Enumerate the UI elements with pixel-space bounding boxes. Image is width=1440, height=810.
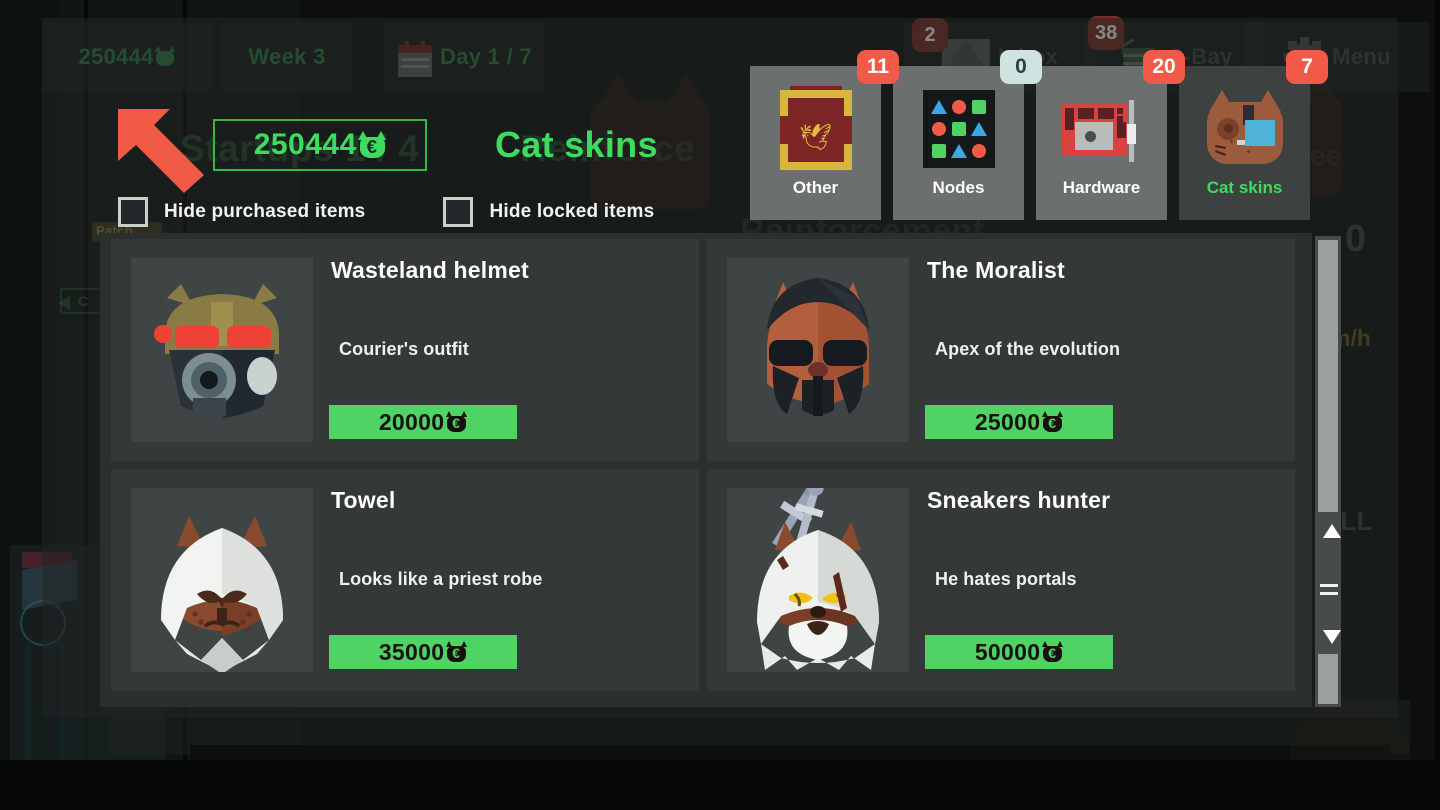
- item-description: He hates portals: [935, 569, 1077, 589]
- triangle-up-icon[interactable]: [1323, 524, 1341, 538]
- tab-nodes-badge: 0: [1000, 50, 1042, 84]
- currency-icon: €: [1041, 641, 1063, 663]
- item-price: 20000: [378, 408, 445, 435]
- cat-skin-icon: [1201, 90, 1289, 168]
- grip-lines-icon: [1320, 592, 1338, 595]
- item-price: 50000: [974, 638, 1041, 665]
- item-thumbnail: [131, 488, 313, 672]
- grip-lines-icon: [1320, 584, 1338, 587]
- item-card-wasteland-helmet[interactable]: Wasteland helmet Courier's outfit 20000 €: [111, 239, 699, 461]
- currency-icon: €: [1041, 411, 1063, 433]
- tab-hardware-badge: 20: [1143, 50, 1185, 84]
- item-description: Courier's outfit: [339, 339, 469, 359]
- money-value: 250444 €: [254, 128, 387, 162]
- red-arrow-cursor-icon: [118, 109, 204, 193]
- item-name: Wasteland helmet: [331, 257, 529, 283]
- towel-art: [161, 516, 283, 672]
- item-name: The Moralist: [927, 257, 1065, 283]
- hide-locked-label: Hide locked items: [489, 201, 655, 222]
- tab-other-badge: 11: [857, 50, 899, 84]
- nodes-icon: [922, 90, 995, 168]
- tab-cat-skins-badge: 7: [1286, 50, 1328, 84]
- item-name: Sneakers hunter: [927, 487, 1111, 513]
- item-name: Towel: [331, 487, 396, 513]
- item-price: 25000: [974, 408, 1041, 435]
- item-buy-button[interactable]: 20000 €: [329, 405, 517, 439]
- item-card-towel[interactable]: Towel Looks like a priest robe 35000 €: [111, 469, 699, 691]
- tab-nodes-label: Nodes: [932, 178, 985, 197]
- currency-icon: €: [358, 130, 387, 160]
- category-tabs: 11 🕊 Other 0 Nodes 20 Hardware 7 Cat ski…: [750, 50, 1328, 220]
- hardware-icon: [1060, 100, 1143, 162]
- tab-hardware-label: Hardware: [1062, 178, 1141, 197]
- currency-icon: €: [445, 641, 467, 663]
- wasteland-helmet-art: [154, 284, 279, 419]
- item-buy-button[interactable]: 25000 €: [925, 405, 1113, 439]
- item-thumbnail: [131, 258, 313, 442]
- filter-row: Hide purchased items Hide locked items: [118, 197, 654, 227]
- currency-icon: €: [445, 411, 467, 433]
- triangle-down-icon[interactable]: [1323, 630, 1341, 644]
- item-card-the-moralist[interactable]: The Moralist Apex of the evolution 25000…: [707, 239, 1295, 461]
- sneakers-hunter-art: [757, 488, 879, 670]
- hide-locked-checkbox[interactable]: [443, 197, 474, 227]
- page-title: Cat skins: [495, 124, 658, 165]
- list-scrollbar[interactable]: [1315, 236, 1341, 707]
- item-description: Apex of the evolution: [935, 339, 1121, 359]
- tab-cat-skins[interactable]: 7 Cat skins: [1179, 50, 1328, 220]
- tab-hardware[interactable]: 20 Hardware: [1036, 50, 1185, 220]
- item-row: Wasteland helmet Courier's outfit 20000 €: [111, 239, 1301, 461]
- item-price: 35000: [378, 638, 445, 665]
- scrollbar-track-bottom[interactable]: [1318, 654, 1338, 704]
- item-description: Looks like a priest robe: [339, 569, 543, 589]
- item-thumbnail: [727, 488, 909, 672]
- tab-other-label: Other: [792, 178, 839, 197]
- book-icon: 🕊: [779, 86, 852, 170]
- money-display-box: 250444 €: [213, 119, 427, 171]
- item-card-sneakers-hunter[interactable]: Sneakers hunter He hates portals 50000 €: [707, 469, 1295, 691]
- game-screen: Startups 1 / 4 Reinforce Reinforcement e…: [0, 0, 1440, 810]
- item-buy-button[interactable]: 50000 €: [925, 635, 1113, 669]
- tab-other[interactable]: 11 🕊 Other: [750, 50, 899, 220]
- item-thumbnail: [727, 258, 909, 442]
- hide-locked-checkbox-group[interactable]: Hide locked items: [443, 197, 654, 227]
- hide-purchased-checkbox-group[interactable]: Hide purchased items: [118, 197, 365, 227]
- hide-purchased-checkbox[interactable]: [118, 197, 148, 227]
- item-list: Wasteland helmet Courier's outfit 20000 €: [100, 233, 1312, 707]
- tab-nodes[interactable]: 0 Nodes: [893, 50, 1042, 220]
- hide-purchased-label: Hide purchased items: [164, 201, 366, 222]
- tab-cat-skins-label: Cat skins: [1206, 178, 1283, 197]
- item-buy-button[interactable]: 35000 €: [329, 635, 517, 669]
- moralist-art: [767, 278, 869, 416]
- scrollbar-thumb[interactable]: [1318, 240, 1338, 512]
- item-row: Towel Looks like a priest robe 35000 € S…: [111, 469, 1301, 691]
